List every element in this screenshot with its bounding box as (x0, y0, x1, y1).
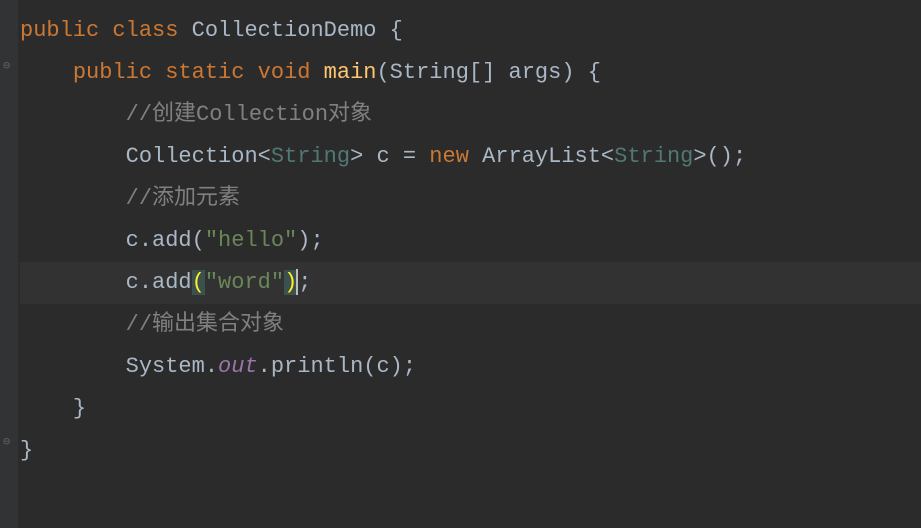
text: System. (126, 354, 218, 379)
code-line: Collection<String> c = new ArrayList<Str… (20, 136, 921, 178)
indent (20, 102, 126, 127)
field-out: out (218, 354, 258, 379)
indent (20, 396, 73, 421)
code-editor[interactable]: public class CollectionDemo { public sta… (0, 0, 921, 472)
type: String (614, 144, 693, 169)
code-line: public class CollectionDemo { (20, 10, 921, 52)
brace: { (376, 18, 402, 43)
text: ); (297, 228, 323, 253)
code-line-current: c.add("word"); (20, 262, 921, 304)
space (178, 18, 191, 43)
text: > c = (350, 144, 429, 169)
brace: } (20, 438, 33, 463)
code-line: //添加元素 (20, 178, 921, 220)
fold-icon[interactable]: ⊖ (3, 436, 15, 448)
string-literal: "word" (205, 270, 284, 295)
text: ArrayList< (469, 144, 614, 169)
code-line: //输出集合对象 (20, 304, 921, 346)
indent (20, 186, 126, 211)
code-line: //创建Collection对象 (20, 94, 921, 136)
code-line: public static void main(String[] args) { (20, 52, 921, 94)
indent (20, 228, 126, 253)
space (152, 60, 165, 85)
indent (20, 312, 126, 337)
keyword-void: void (258, 60, 311, 85)
indent (20, 354, 126, 379)
code-line: } (20, 388, 921, 430)
code-line: } (20, 430, 921, 472)
text: .println(c); (258, 354, 416, 379)
text: >(); (693, 144, 746, 169)
string-literal: "hello" (205, 228, 297, 253)
params: (String[] args) { (376, 60, 600, 85)
text: c.add (126, 270, 192, 295)
text: ; (298, 270, 311, 295)
space (99, 18, 112, 43)
keyword-class: class (112, 18, 178, 43)
editor-gutter: ⊖ ⊖ (0, 0, 18, 528)
code-line: System.out.println(c); (20, 346, 921, 388)
comment: //添加元素 (126, 186, 240, 211)
bracket-match-open: ( (192, 270, 205, 295)
indent (20, 60, 73, 85)
method-name: main (324, 60, 377, 85)
keyword-static: static (165, 60, 244, 85)
code-line: c.add("hello"); (20, 220, 921, 262)
indent (20, 144, 126, 169)
text: Collection< (126, 144, 271, 169)
keyword-new: new (429, 144, 469, 169)
class-name: CollectionDemo (192, 18, 377, 43)
text: c.add( (126, 228, 205, 253)
space (310, 60, 323, 85)
indent (20, 270, 126, 295)
type: String (271, 144, 350, 169)
space (244, 60, 257, 85)
fold-icon[interactable]: ⊖ (3, 60, 15, 72)
comment: //输出集合对象 (126, 312, 284, 337)
keyword-public: public (20, 18, 99, 43)
comment: //创建Collection对象 (126, 102, 372, 127)
keyword-public: public (73, 60, 152, 85)
brace: } (73, 396, 86, 421)
